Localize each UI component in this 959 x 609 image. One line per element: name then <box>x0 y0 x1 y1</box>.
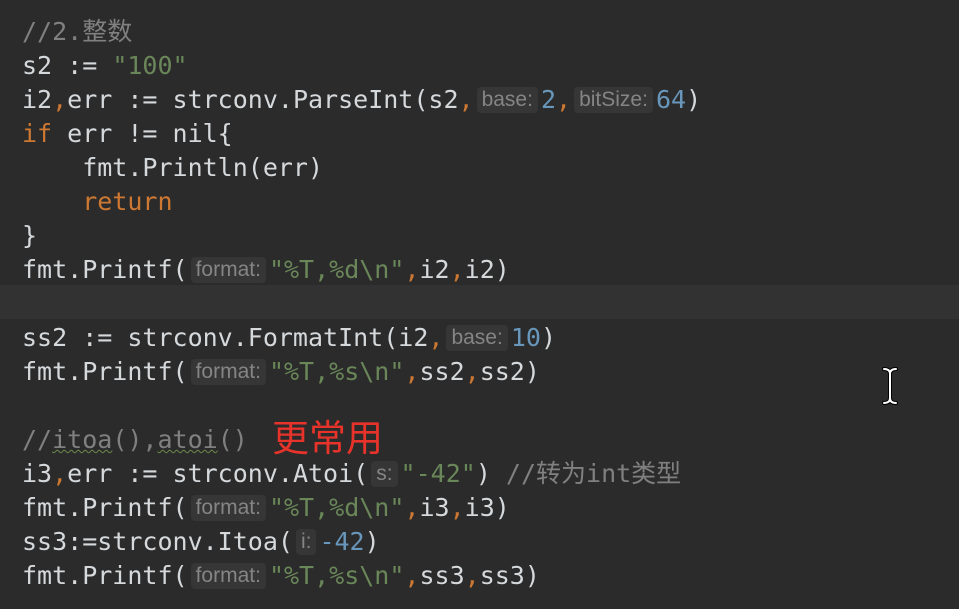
code-line-11: fmt.Printf(format: "%T,%s\n",ss2,ss2) <box>22 355 540 389</box>
code-text: i3 <box>419 493 450 522</box>
parameter-hint-format: format: <box>190 563 266 589</box>
comma: , <box>404 357 420 386</box>
code-text: s2 := <box>22 51 113 80</box>
comma: , <box>428 323 444 352</box>
code-text: } <box>22 221 38 250</box>
code-text: i2) <box>464 255 510 284</box>
code-text: ss2 := strconv.FormatInt(i2 <box>22 323 429 352</box>
code-line-17: fmt.Printf(format: "%T,%s\n",ss3,ss3) <box>22 559 540 593</box>
comma: , <box>404 255 420 284</box>
code-text: ) <box>540 323 556 352</box>
code-text: ss2) <box>479 357 540 386</box>
code-line-6: return <box>22 185 173 219</box>
code-editor[interactable]: //2.整数 s2 := "100" i2,err := strconv.Par… <box>0 0 959 609</box>
keyword: if <box>22 119 53 148</box>
comma: , <box>449 255 465 284</box>
comment: //2.整数 <box>22 17 133 46</box>
comment: // <box>22 425 53 454</box>
string-literal: "100" <box>112 51 188 80</box>
red-annotation-text: 更常用 <box>272 417 383 460</box>
string-literal: "%T,%d\n" <box>268 493 405 522</box>
code-text: err := strconv.ParseInt(s2 <box>67 85 459 114</box>
code-line-2: s2 := "100" <box>22 49 188 83</box>
code-line-15: fmt.Printf(format: "%T,%d\n",i3,i3) <box>22 491 510 525</box>
code-text: fmt.Printf( <box>22 561 188 590</box>
comma: , <box>464 357 480 386</box>
comment-word-atoi: atoi <box>157 425 218 454</box>
parameter-hint-format: format: <box>190 257 266 283</box>
parameter-hint-format: format: <box>190 359 266 385</box>
code-line-16: ss3:=strconv.Itoa(i: -42) <box>22 525 380 559</box>
code-text: ss2 <box>419 357 465 386</box>
parameter-hint-s: s: <box>371 461 398 487</box>
keyword: return <box>82 187 173 216</box>
code-line-7: } <box>22 219 37 253</box>
string-literal: "%T,%s\n" <box>268 561 405 590</box>
code-line-10: ss2 := strconv.FormatInt(i2, base: 10) <box>22 321 556 355</box>
comma: , <box>556 85 572 114</box>
comma: , <box>458 85 474 114</box>
comment-word-itoa: itoa <box>52 425 113 454</box>
code-text: ss3) <box>479 561 540 590</box>
code-text: err := strconv.Atoi( <box>67 459 369 488</box>
code-text: fmt.Printf( <box>22 255 188 284</box>
code-text: ) <box>475 459 491 488</box>
code-text: ) <box>686 85 702 114</box>
code-text: fmt.Printf( <box>22 493 188 522</box>
code-line-1: //2.整数 <box>22 15 132 49</box>
code-text: ss3:=strconv.Itoa( <box>22 527 293 556</box>
code-text: fmt.Println(err) <box>22 153 324 182</box>
comma: , <box>52 85 68 114</box>
code-line-5: fmt.Println(err) <box>22 151 323 185</box>
number-literal: -42 <box>319 527 365 556</box>
code-line-13: //itoa(),atoi() <box>22 423 248 457</box>
parameter-hint-format: format: <box>190 495 266 521</box>
comma: , <box>449 493 465 522</box>
code-line-8: fmt.Printf(format: "%T,%d\n",i2,i2) <box>22 253 510 287</box>
code-text: i3) <box>464 493 510 522</box>
comma: , <box>52 459 68 488</box>
text-cursor-icon <box>882 367 898 405</box>
code-text: ss3 <box>419 561 465 590</box>
comment: () <box>217 425 248 454</box>
comma: , <box>464 561 480 590</box>
code-text: err != nil{ <box>52 119 233 148</box>
string-literal: "%T,%d\n" <box>268 255 405 284</box>
parameter-hint-i: i: <box>295 529 317 555</box>
string-literal: "%T,%s\n" <box>268 357 405 386</box>
code-text: i2 <box>22 85 53 114</box>
code-line-14: i3,err := strconv.Atoi(s: "-42") //转为int类… <box>22 457 681 491</box>
parameter-hint-bitsize: bitSize: <box>574 87 653 113</box>
number-literal: 10 <box>510 323 541 352</box>
code-line-3: i2,err := strconv.ParseInt(s2, base: 2, bit… <box>22 83 701 117</box>
comment: //转为int类型 <box>490 459 682 488</box>
parameter-hint-base: base: <box>476 87 538 113</box>
current-line-highlight <box>0 285 959 319</box>
code-line-4: if err != nil{ <box>22 117 233 151</box>
comma: , <box>404 493 420 522</box>
code-text: fmt.Printf( <box>22 357 188 386</box>
parameter-hint-base: base: <box>446 325 508 351</box>
code-text: ) <box>364 527 380 556</box>
code-text: i3 <box>22 459 53 488</box>
comma: , <box>404 561 420 590</box>
string-literal: "-42" <box>400 459 476 488</box>
number-literal: 2 <box>540 85 557 114</box>
comment: (), <box>112 425 158 454</box>
code-text: i2 <box>419 255 450 284</box>
number-literal: 64 <box>655 85 687 114</box>
